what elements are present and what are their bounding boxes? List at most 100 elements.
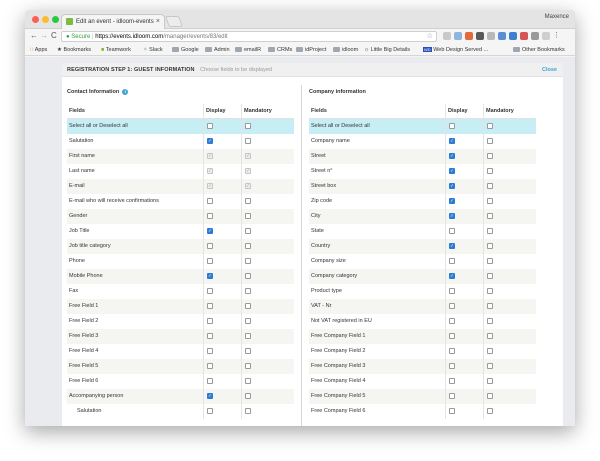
bookmark-item[interactable]: Google bbox=[172, 46, 199, 54]
mandatory-checkbox[interactable] bbox=[245, 198, 251, 204]
display-checkbox[interactable] bbox=[449, 408, 455, 414]
display-checkbox[interactable] bbox=[207, 318, 213, 324]
mandatory-checkbox[interactable] bbox=[487, 243, 493, 249]
mandatory-checkbox[interactable] bbox=[245, 243, 251, 249]
mandatory-checkbox[interactable] bbox=[245, 333, 251, 339]
display-checkbox[interactable] bbox=[207, 198, 213, 204]
field-label[interactable]: Select all or Deselect all bbox=[309, 119, 445, 134]
extension-icon[interactable] bbox=[542, 32, 550, 40]
mandatory-checkbox[interactable] bbox=[245, 213, 251, 219]
display-checkbox[interactable] bbox=[449, 333, 455, 339]
extension-icon[interactable] bbox=[454, 32, 462, 40]
forward-arrow-icon[interactable]: → bbox=[40, 31, 48, 41]
mandatory-checkbox[interactable] bbox=[245, 258, 251, 264]
display-checkbox[interactable] bbox=[207, 303, 213, 309]
mandatory-checkbox[interactable] bbox=[487, 408, 493, 414]
maximize-window-button[interactable] bbox=[52, 16, 59, 23]
mandatory-checkbox[interactable] bbox=[245, 378, 251, 384]
mandatory-checkbox[interactable] bbox=[245, 138, 251, 144]
bookmark-item[interactable]: ☼ Little Big Details bbox=[364, 46, 410, 54]
display-checkbox[interactable] bbox=[207, 213, 213, 219]
address-bar[interactable]: ● Secure | https://events.idloom.com/man… bbox=[61, 31, 437, 42]
bookmark-apps[interactable]: ∷ Apps bbox=[30, 46, 47, 54]
bookmark-item[interactable]: ✧ Slack bbox=[143, 46, 163, 54]
minimize-window-button[interactable] bbox=[42, 16, 49, 23]
display-checkbox[interactable] bbox=[449, 198, 455, 204]
extension-icon[interactable] bbox=[509, 32, 517, 40]
field-label[interactable]: Select all or Deselect all bbox=[67, 119, 203, 134]
display-checkbox[interactable] bbox=[207, 393, 213, 399]
bookmark-star-icon[interactable]: ☆ bbox=[427, 32, 433, 41]
display-checkbox[interactable] bbox=[449, 258, 455, 264]
mandatory-checkbox[interactable] bbox=[487, 318, 493, 324]
mandatory-checkbox[interactable] bbox=[487, 258, 493, 264]
reload-icon[interactable]: C bbox=[51, 31, 57, 41]
display-checkbox[interactable] bbox=[207, 123, 213, 129]
mandatory-checkbox[interactable] bbox=[487, 288, 493, 294]
display-checkbox[interactable] bbox=[449, 153, 455, 159]
display-checkbox[interactable] bbox=[207, 228, 213, 234]
bookmark-item[interactable]: idloom bbox=[333, 46, 358, 54]
mandatory-checkbox[interactable] bbox=[487, 333, 493, 339]
bookmark-item[interactable]: CRMs bbox=[268, 46, 292, 54]
mandatory-checkbox[interactable] bbox=[487, 378, 493, 384]
display-checkbox[interactable] bbox=[449, 288, 455, 294]
tab-close-icon[interactable]: × bbox=[156, 15, 160, 29]
mandatory-checkbox[interactable] bbox=[487, 123, 493, 129]
bookmark-item[interactable]: idProject bbox=[296, 46, 326, 54]
display-checkbox[interactable] bbox=[207, 273, 213, 279]
display-checkbox[interactable] bbox=[449, 378, 455, 384]
extension-icon[interactable] bbox=[487, 32, 495, 40]
mandatory-checkbox[interactable] bbox=[245, 288, 251, 294]
close-link[interactable]: Close bbox=[542, 63, 557, 77]
info-icon[interactable]: i bbox=[122, 89, 129, 95]
mandatory-checkbox[interactable] bbox=[487, 273, 493, 279]
mandatory-checkbox[interactable] bbox=[245, 348, 251, 354]
mandatory-checkbox[interactable] bbox=[245, 123, 251, 129]
display-checkbox[interactable] bbox=[207, 378, 213, 384]
mandatory-checkbox[interactable] bbox=[245, 273, 251, 279]
extension-icon[interactable] bbox=[476, 32, 484, 40]
extension-icon[interactable] bbox=[443, 32, 451, 40]
mandatory-checkbox[interactable] bbox=[487, 303, 493, 309]
mandatory-checkbox[interactable] bbox=[245, 393, 251, 399]
display-checkbox[interactable] bbox=[207, 258, 213, 264]
display-checkbox[interactable] bbox=[449, 348, 455, 354]
mandatory-checkbox[interactable] bbox=[487, 348, 493, 354]
extension-icon[interactable] bbox=[498, 32, 506, 40]
new-tab-button[interactable] bbox=[164, 16, 184, 27]
extension-icon[interactable] bbox=[531, 32, 539, 40]
mandatory-checkbox[interactable] bbox=[245, 303, 251, 309]
bookmark-item[interactable]: WD Web Design Served ... bbox=[423, 46, 488, 54]
extension-icon[interactable] bbox=[520, 32, 528, 40]
display-checkbox[interactable] bbox=[449, 168, 455, 174]
display-checkbox[interactable] bbox=[207, 363, 213, 369]
profile-name[interactable]: Maxence bbox=[545, 14, 569, 20]
close-window-button[interactable] bbox=[32, 16, 39, 23]
mandatory-checkbox[interactable] bbox=[245, 318, 251, 324]
display-checkbox[interactable] bbox=[207, 138, 213, 144]
mandatory-checkbox[interactable] bbox=[245, 408, 251, 414]
mandatory-checkbox[interactable] bbox=[487, 363, 493, 369]
display-checkbox[interactable] bbox=[207, 288, 213, 294]
extension-icon[interactable] bbox=[465, 32, 473, 40]
back-arrow-icon[interactable]: ← bbox=[30, 31, 38, 41]
mandatory-checkbox[interactable] bbox=[487, 138, 493, 144]
mandatory-checkbox[interactable] bbox=[487, 168, 493, 174]
display-checkbox[interactable] bbox=[207, 333, 213, 339]
display-checkbox[interactable] bbox=[449, 138, 455, 144]
display-checkbox[interactable] bbox=[207, 408, 213, 414]
mandatory-checkbox[interactable] bbox=[487, 228, 493, 234]
mandatory-checkbox[interactable] bbox=[487, 393, 493, 399]
mandatory-checkbox[interactable] bbox=[487, 153, 493, 159]
display-checkbox[interactable] bbox=[449, 303, 455, 309]
display-checkbox[interactable] bbox=[449, 318, 455, 324]
mandatory-checkbox[interactable] bbox=[245, 363, 251, 369]
menu-dots-icon[interactable]: ⋮ bbox=[553, 32, 560, 41]
display-checkbox[interactable] bbox=[449, 273, 455, 279]
bookmark-item[interactable]: emailR bbox=[235, 46, 261, 54]
display-checkbox[interactable] bbox=[449, 243, 455, 249]
display-checkbox[interactable] bbox=[207, 243, 213, 249]
mandatory-checkbox[interactable] bbox=[487, 213, 493, 219]
display-checkbox[interactable] bbox=[449, 213, 455, 219]
